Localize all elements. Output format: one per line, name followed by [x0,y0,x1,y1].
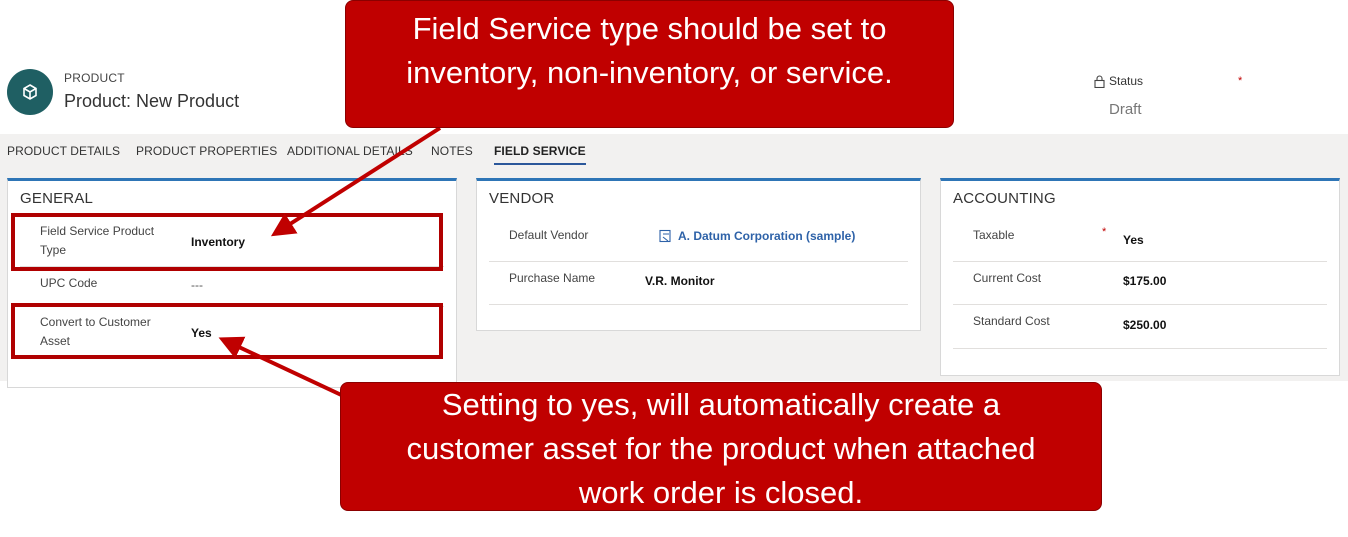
taxable-required-indicator: * [1102,226,1107,238]
taxable-label: Taxable [973,228,1015,242]
lock-icon [1094,74,1105,88]
tab-field-service[interactable]: FIELD SERVICE [494,144,586,165]
upc-code-row: UPC Code --- [20,267,444,307]
standard-cost-label: Standard Cost [973,314,1050,328]
default-vendor-row: Default Vendor A. Datum Corporation (sam… [489,219,908,262]
product-avatar [7,69,53,115]
callout-line: work order is closed. [578,475,864,510]
tab-product-details[interactable]: PRODUCT DETAILS [7,144,120,158]
tab-notes[interactable]: NOTES [431,144,473,158]
vendor-section: VENDOR Default Vendor A. Datum Corporati… [476,178,921,331]
taxable-value[interactable]: Yes [1123,233,1144,247]
current-cost-row: Current Cost $175.00 [953,262,1327,305]
tab-additional-details[interactable]: ADDITIONAL DETAILS [287,144,413,158]
tab-product-properties[interactable]: PRODUCT PROPERTIES [136,144,277,158]
highlight-product-type [11,213,443,271]
accounting-section: ACCOUNTING Taxable * Yes Current Cost $1… [940,178,1340,376]
entity-type-label: PRODUCT [64,71,125,85]
callout-line: Setting to yes, will automatically creat… [441,387,1001,422]
taxable-row: Taxable * Yes [953,219,1327,262]
current-cost-value[interactable]: $175.00 [1123,274,1166,288]
status-required-indicator: * [1238,75,1243,87]
callout-line: inventory, non-inventory, or service. [406,55,893,90]
highlight-convert-asset [11,303,443,359]
purchase-name-row: Purchase Name V.R. Monitor [489,262,908,305]
standard-cost-row: Standard Cost $250.00 [953,305,1327,349]
standard-cost-value[interactable]: $250.00 [1123,318,1166,332]
vendor-section-title: VENDOR [489,190,555,207]
purchase-name-value[interactable]: V.R. Monitor [645,274,715,288]
callout-line: customer asset for the product when atta… [406,431,1036,466]
record-title: Product: New Product [64,91,240,111]
callout-convert-asset: Setting to yes, will automatically creat… [340,382,1102,511]
status-label: Status [1094,74,1254,88]
default-vendor-link[interactable]: A. Datum Corporation (sample) [659,229,855,243]
product-box-icon [23,84,37,100]
purchase-name-label: Purchase Name [509,271,596,285]
upc-code-label: UPC Code [40,276,98,290]
accounting-section-title: ACCOUNTING [953,190,1056,207]
status-field: Status [1094,74,1254,88]
callout-line: Field Service type should be set to [412,11,887,46]
callout-product-type: Field Service type should be set to inve… [345,0,954,128]
record-link-icon [659,229,671,243]
default-vendor-value[interactable]: A. Datum Corporation (sample) [678,229,855,243]
upc-code-value[interactable]: --- [191,278,203,292]
status-label-text: Status [1109,74,1144,88]
default-vendor-label: Default Vendor [509,228,589,242]
general-section-title: GENERAL [20,190,94,207]
tab-bar: PRODUCT DETAILS PRODUCT PROPERTIES ADDIT… [0,134,1348,178]
current-cost-label: Current Cost [973,271,1042,285]
status-value: Draft [1109,101,1142,118]
